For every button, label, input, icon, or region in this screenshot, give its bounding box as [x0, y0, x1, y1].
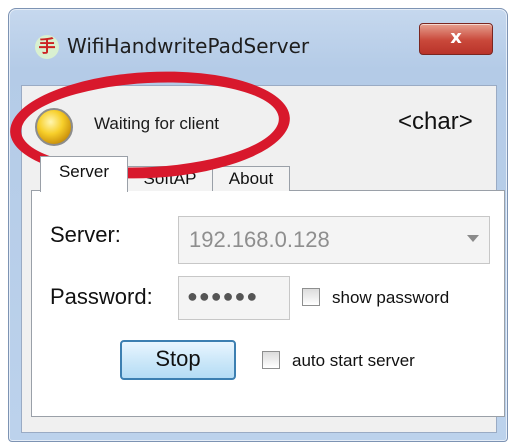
- status-led-icon: [35, 108, 73, 146]
- auto-start-label[interactable]: auto start server: [292, 351, 415, 371]
- title-bar[interactable]: 手 WifiHandwritePadServer x: [9, 9, 507, 79]
- tab-server[interactable]: Server: [40, 156, 128, 192]
- chevron-down-icon[interactable]: [467, 235, 479, 242]
- auto-start-checkbox[interactable]: [262, 351, 280, 369]
- stop-button[interactable]: Stop: [120, 340, 236, 380]
- server-label: Server:: [50, 222, 121, 247]
- close-button[interactable]: x: [419, 23, 493, 55]
- app-icon: 手: [35, 35, 59, 59]
- tab-softap[interactable]: SoftAP: [126, 166, 214, 191]
- show-password-label[interactable]: show password: [332, 288, 449, 308]
- show-password-checkbox[interactable]: [302, 288, 320, 306]
- password-field[interactable]: ●●●●●●: [178, 276, 290, 320]
- window-title: WifiHandwritePadServer: [67, 34, 310, 58]
- tab-about[interactable]: About: [212, 166, 290, 191]
- char-display: <char>: [398, 108, 473, 135]
- status-text: Waiting for client: [94, 114, 220, 133]
- password-value: ●●●●●●: [187, 286, 259, 306]
- password-label: Password:: [50, 284, 153, 309]
- server-value: 192.168.0.128: [189, 227, 330, 252]
- server-select[interactable]: 192.168.0.128: [178, 216, 490, 264]
